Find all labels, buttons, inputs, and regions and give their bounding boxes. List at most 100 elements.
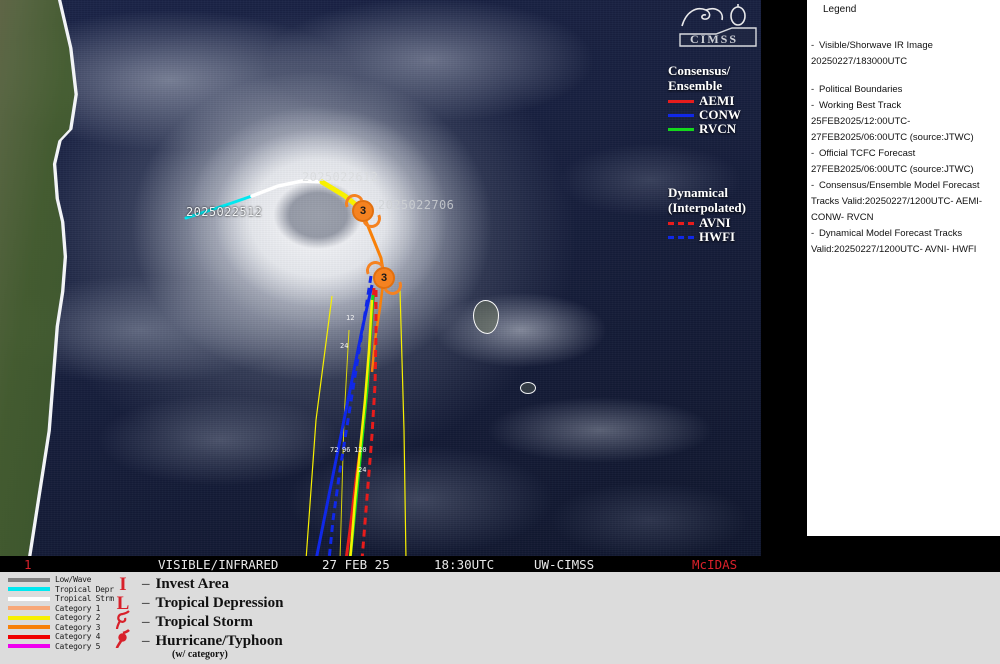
status-date: 27 FEB 25 bbox=[322, 556, 390, 572]
track-label-current: 2025022706 bbox=[378, 198, 455, 212]
cimss-logo: CIMSS bbox=[679, 4, 757, 47]
status-frame-number: 1 bbox=[24, 556, 32, 572]
storm-symbol-cat3-upper[interactable]: 3 bbox=[352, 200, 374, 222]
aemi-label: AEMI bbox=[699, 93, 735, 108]
symbol-row-storm: – Tropical Storm bbox=[110, 609, 283, 632]
satellite-image-panel[interactable]: 12 24 72 96 120 24 2025022512 2025022612… bbox=[0, 0, 761, 572]
conw-label: CONW bbox=[699, 107, 741, 122]
legend-entry-tcfc: - Official TCFC Forecast bbox=[811, 147, 995, 161]
intensity-scale-legend: Low/Wave Tropical Depr Tropical Strm Cat… bbox=[8, 575, 118, 651]
avni-color-swatch bbox=[668, 221, 694, 225]
svg-text:120: 120 bbox=[354, 446, 367, 454]
legend-consensus-valid: Tracks Valid:20250227/1200UTC- AEMI- bbox=[811, 196, 983, 207]
legend-entry-best-track-text: Working Best Track bbox=[819, 100, 902, 111]
scale-row: Category 2 bbox=[8, 613, 118, 623]
storm-category-label: 3 bbox=[380, 272, 388, 284]
dynamical-legend-title-2: (Interpolated) bbox=[668, 200, 746, 215]
legend-entry-consensus-text: Consensus/Ensemble Model Forecast bbox=[819, 180, 980, 191]
legend-dynamical-valid: Valid:20250227/1200UTC- AVNI- HWFI bbox=[811, 244, 977, 255]
conw-color-swatch bbox=[668, 113, 694, 117]
scale-row: Category 1 bbox=[8, 604, 118, 614]
legend-entry-image: - Visible/Shorwave IR Image bbox=[811, 39, 995, 53]
scale-swatch-category-3 bbox=[8, 625, 50, 630]
legend-consensus-models: CONW- RVCN bbox=[811, 212, 874, 223]
track-label-mid: 2025022612 bbox=[302, 170, 379, 184]
legend-entry-dynamical-text: Dynamical Model Forecast Tracks bbox=[819, 228, 963, 239]
dash-separator: – bbox=[142, 576, 150, 592]
avni-label: AVNI bbox=[699, 215, 731, 230]
hurricane-typhoon-label: Hurricane/Typhoon bbox=[155, 633, 283, 649]
legend-item-conw: CONW bbox=[668, 108, 741, 122]
legend-item-hwfi: HWFI bbox=[668, 230, 746, 244]
legend-entry-best-track: - Working Best Track bbox=[811, 99, 995, 113]
svg-text:24: 24 bbox=[358, 466, 366, 474]
svg-text:24: 24 bbox=[340, 342, 348, 350]
scale-row: Tropical Depr bbox=[8, 585, 118, 595]
status-image-mode: VISIBLE/INFRARED bbox=[158, 556, 279, 572]
hwfi-label: HWFI bbox=[699, 229, 736, 244]
dynamical-legend-title-1: Dynamical bbox=[668, 185, 728, 200]
bullet: - bbox=[811, 84, 815, 95]
bottom-legend-strip: Low/Wave Tropical Depr Tropical Strm Cat… bbox=[0, 572, 1000, 664]
hurricane-typhoon-cyclone-icon bbox=[110, 628, 136, 655]
scale-label-tropical-depression: Tropical Depr bbox=[55, 584, 114, 594]
svg-text:96: 96 bbox=[342, 446, 350, 454]
track-label-start: 2025022512 bbox=[186, 205, 263, 219]
hwfi-color-swatch bbox=[668, 235, 694, 239]
scale-swatch-tropical-depression bbox=[8, 587, 50, 592]
svg-text:72: 72 bbox=[330, 446, 338, 454]
dash-separator: – bbox=[142, 595, 150, 611]
legend-entry-image-time: 20250227/183000UTC bbox=[811, 56, 908, 67]
scale-row: Category 3 bbox=[8, 623, 118, 633]
invest-area-label: Invest Area bbox=[155, 576, 229, 592]
scale-label-category-5: Category 5 bbox=[55, 641, 101, 651]
scale-swatch-category-5 bbox=[8, 644, 50, 649]
scale-label-tropical-storm: Tropical Strm bbox=[55, 594, 114, 604]
legend-entry-consensus: - Consensus/Ensemble Model Forecast bbox=[811, 179, 995, 193]
scale-row: Low/Wave bbox=[8, 575, 118, 585]
rvcn-color-swatch bbox=[668, 127, 694, 131]
storm-symbol-cat3-lower[interactable]: 3 bbox=[373, 267, 395, 289]
storm-symbol-legend: I – Invest Area L – Tropical Depression … bbox=[110, 574, 284, 660]
tropical-storm-label: Tropical Storm bbox=[155, 614, 253, 630]
bullet: - bbox=[811, 180, 815, 191]
scale-row: Category 5 bbox=[8, 642, 118, 652]
svg-text:12: 12 bbox=[346, 314, 354, 322]
legend-entry-dynamical: - Dynamical Model Forecast Tracks bbox=[811, 227, 995, 241]
symbol-row-depression: L – Tropical Depression bbox=[110, 593, 284, 614]
status-source: UW-CIMSS bbox=[534, 556, 595, 572]
scale-label-category-2: Category 2 bbox=[55, 613, 101, 623]
scale-swatch-category-2 bbox=[8, 615, 50, 620]
cimss-logo-text: CIMSS bbox=[690, 32, 738, 46]
scale-row: Tropical Strm bbox=[8, 594, 118, 604]
legend-entry-image-text: Visible/Shorwave IR Image bbox=[819, 40, 933, 51]
bullet: - bbox=[811, 228, 815, 239]
legend-item-aemi: AEMI bbox=[668, 94, 741, 108]
legend-tcfc-time: 27FEB2025/06:00UTC (source:JTWC) bbox=[811, 164, 974, 175]
bullet: - bbox=[811, 40, 815, 51]
status-system-mcidas: McIDAS bbox=[692, 556, 738, 572]
aemi-color-swatch bbox=[668, 99, 694, 103]
scale-label-category-1: Category 1 bbox=[55, 603, 101, 613]
sidebar-heading: Legend bbox=[823, 4, 857, 15]
scale-label-low-wave: Low/Wave bbox=[55, 575, 92, 585]
scale-label-category-4: Category 4 bbox=[55, 632, 101, 642]
legend-best-track-end: 27FEB2025/06:00UTC (source:JTWC) bbox=[811, 132, 974, 143]
status-time: 18:30UTC bbox=[434, 556, 495, 572]
consensus-ensemble-legend: Consensus/ Ensemble AEMI CONW RVCN bbox=[668, 64, 741, 136]
legend-item-rvcn: RVCN bbox=[668, 122, 741, 136]
satellite-status-bar: 1 VISIBLE/INFRARED 27 FEB 25 18:30UTC UW… bbox=[0, 556, 761, 572]
rvcn-label: RVCN bbox=[699, 121, 737, 136]
scale-swatch-tropical-storm bbox=[8, 596, 50, 601]
scale-label-category-3: Category 3 bbox=[55, 622, 101, 632]
scale-row: Category 4 bbox=[8, 632, 118, 642]
bullet: - bbox=[811, 100, 815, 111]
legend-entry-boundaries: - Political Boundaries bbox=[811, 83, 995, 97]
storm-category-label: 3 bbox=[359, 205, 367, 217]
tropical-depression-label: Tropical Depression bbox=[155, 595, 284, 611]
consensus-legend-title-2: Ensemble bbox=[668, 78, 723, 93]
symbol-row-invest: I – Invest Area bbox=[110, 574, 283, 595]
legend-sidebar: Legend - Visible/Shorwave IR Image 202502… bbox=[807, 0, 1000, 536]
